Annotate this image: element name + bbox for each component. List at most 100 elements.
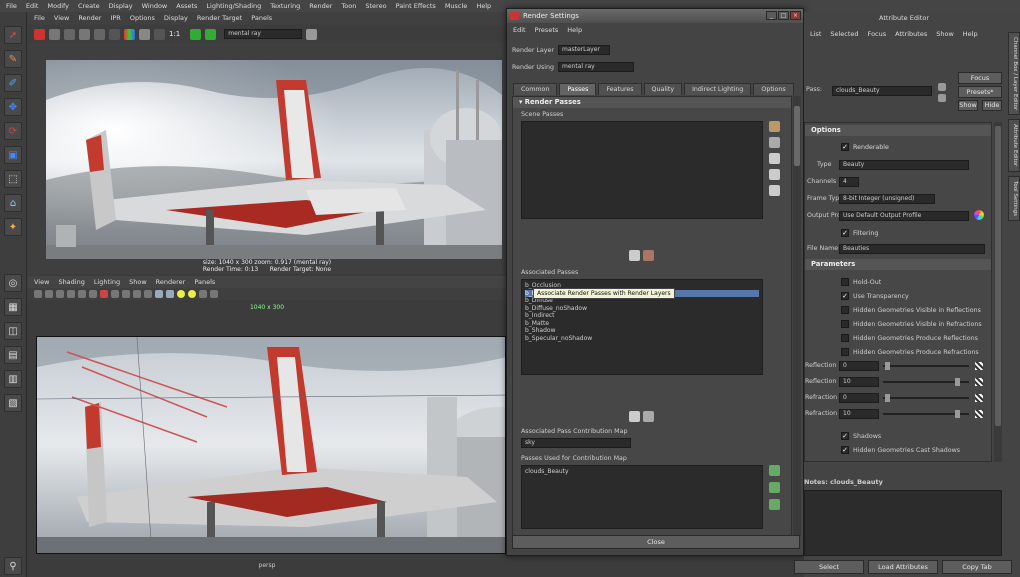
render-view-menu-display[interactable]: Display <box>164 14 188 22</box>
render-region-icon[interactable] <box>64 28 75 40</box>
attribute-scrollbar-thumb[interactable] <box>995 126 1001 426</box>
parameter-checkbox-row[interactable]: Hidden Geometries Visible in Reflections <box>841 303 982 317</box>
render-using-dropdown[interactable]: mental ray <box>558 62 635 72</box>
tab-passes[interactable]: Passes <box>559 83 597 95</box>
map-checker-icon[interactable] <box>975 394 983 402</box>
level-slider[interactable] <box>883 397 969 399</box>
alpha-channel-icon[interactable] <box>139 28 150 40</box>
menu-display[interactable]: Display <box>109 2 133 10</box>
isolate-icon[interactable] <box>210 290 218 298</box>
filtering-checkbox[interactable]: ✓ <box>841 229 849 237</box>
checkbox[interactable] <box>841 278 849 286</box>
level-slider[interactable] <box>883 365 969 367</box>
menu-lighting-shading[interactable]: Lighting/Shading <box>206 2 261 10</box>
used-pass-item[interactable]: clouds_Beauty <box>525 468 759 476</box>
ratio-label[interactable]: 1:1 <box>169 30 180 38</box>
viewport-menu-renderer[interactable]: Renderer <box>156 278 186 286</box>
render-view-menu-render[interactable]: Render <box>78 14 101 22</box>
level-field[interactable]: 0 <box>839 393 879 403</box>
renderable-row[interactable]: ✓ Renderable <box>841 143 889 151</box>
edit-pass-icon[interactable] <box>769 153 780 164</box>
rgb-channels-icon[interactable] <box>109 28 120 40</box>
associate-down-icon[interactable] <box>629 250 640 261</box>
add-used-pass-icon[interactable] <box>769 465 780 476</box>
attribute-menu-selected[interactable]: Selected <box>830 30 858 38</box>
associated-pass-item[interactable]: b_Specular_noShadow <box>525 335 759 343</box>
parameter-checkbox-row[interactable]: ✓ Hidden Geometries Cast Shadows <box>841 443 960 457</box>
scene-passes-list[interactable] <box>521 121 763 219</box>
filtering-row[interactable]: ✓ Filtering <box>841 229 878 237</box>
slider-handle-icon[interactable] <box>955 410 960 418</box>
frame-type-dropdown[interactable]: 8-bit Integer (unsigned) <box>839 194 935 204</box>
menu-modify[interactable]: Modify <box>47 2 69 10</box>
render-settings-menu-edit[interactable]: Edit <box>513 26 526 34</box>
level-field[interactable]: 10 <box>839 409 879 419</box>
render-view-menu-file[interactable]: File <box>34 14 45 22</box>
parameter-checkbox-row[interactable]: Hold-Out <box>841 275 982 289</box>
menu-edit[interactable]: Edit <box>26 2 39 10</box>
slider-handle-icon[interactable] <box>885 394 890 402</box>
grid-icon[interactable] <box>78 290 86 298</box>
close-icon[interactable]: × <box>790 11 801 20</box>
parameter-checkbox-row[interactable]: Hidden Geometries Visible in Refractions <box>841 317 982 331</box>
map-checker-icon[interactable] <box>975 378 983 386</box>
delete-pass-icon[interactable] <box>769 185 780 196</box>
tab-quality[interactable]: Quality <box>643 83 683 95</box>
viewport-menu-panels[interactable]: Panels <box>194 278 215 286</box>
render-settings-titlebar[interactable]: Render Settings _ □ × <box>507 9 803 23</box>
snapshot-icon[interactable] <box>79 28 90 40</box>
gate-mask-icon[interactable] <box>111 290 119 298</box>
single-pane-layout-icon[interactable]: ◎ <box>4 274 22 292</box>
pass-name-field[interactable]: clouds_Beauty <box>832 86 932 96</box>
tab-options[interactable]: Options <box>753 83 794 95</box>
side-by-side-layout-icon[interactable]: ◫ <box>4 322 22 340</box>
checkbox[interactable]: ✓ <box>841 446 849 454</box>
options-section-header[interactable]: Options <box>805 125 991 136</box>
render-view-menu-options[interactable]: Options <box>130 14 155 22</box>
color-channels-icon[interactable] <box>124 28 135 40</box>
four-pane-layout-icon[interactable]: ▦ <box>4 298 22 316</box>
remove-contribution-icon[interactable] <box>643 411 654 422</box>
rotate-tool-icon[interactable]: ⟳ <box>4 122 22 140</box>
notes-field[interactable] <box>804 490 1002 556</box>
parameter-checkbox-row[interactable]: ✓ Shadows <box>841 429 960 443</box>
checkbox[interactable]: ✓ <box>841 432 849 440</box>
image-plane-icon[interactable] <box>67 290 75 298</box>
parameters-section-header[interactable]: Parameters <box>805 259 991 270</box>
slider-handle-icon[interactable] <box>885 362 890 370</box>
renderer-dropdown[interactable]: mental ray <box>224 29 303 39</box>
associated-pass-item[interactable]: b_Diffuse_noShadow <box>525 305 759 313</box>
hypershade-layout-icon[interactable]: ▧ <box>4 394 22 412</box>
paint-select-icon[interactable]: ✐ <box>4 74 22 92</box>
render-settings-icon[interactable] <box>306 28 318 40</box>
checkbox[interactable] <box>841 320 849 328</box>
settings-scrollbar[interactable] <box>793 96 801 536</box>
checkbox[interactable] <box>841 348 849 356</box>
tab-indirect-lighting[interactable]: Indirect Lighting <box>684 83 752 95</box>
map-checker-icon[interactable] <box>975 410 983 418</box>
maximize-icon[interactable]: □ <box>778 11 789 20</box>
render-layer-dropdown[interactable]: masterLayer <box>557 45 610 55</box>
minimize-icon[interactable]: _ <box>766 11 777 20</box>
lasso-tool-icon[interactable]: ✎ <box>4 50 22 68</box>
viewport-menu-shading[interactable]: Shading <box>58 278 84 286</box>
attribute-menu-focus[interactable]: Focus <box>868 30 887 38</box>
perspective-viewport[interactable]: View Shading Lighting Show Renderer Panels 10… <box>28 276 506 577</box>
create-pass-icon[interactable] <box>769 121 780 132</box>
ipr-render-icon[interactable] <box>49 28 60 40</box>
file-name-field[interactable]: Beauties <box>839 244 985 254</box>
manipulator-icon[interactable]: ⬚ <box>4 170 22 188</box>
level-field[interactable]: 10 <box>839 377 879 387</box>
outliner-icon[interactable]: ⚲ <box>4 557 22 575</box>
output-profile-dropdown[interactable]: Use Default Output Profile <box>839 211 969 221</box>
render-settings-menu-help[interactable]: Help <box>567 26 582 34</box>
select-camera-icon[interactable] <box>34 290 42 298</box>
duplicate-pass-icon[interactable] <box>769 169 780 180</box>
xray-icon[interactable] <box>199 290 207 298</box>
menu-help[interactable]: Help <box>476 2 491 10</box>
render-passes-section[interactable]: ▾ Render Passes <box>513 97 791 108</box>
contribution-map-dropdown[interactable]: sky <box>521 438 631 448</box>
render-view-menu-ipr[interactable]: IPR <box>110 14 120 22</box>
refresh-icon[interactable] <box>94 28 105 40</box>
side-tab[interactable]: Attribute Editor <box>1008 119 1020 172</box>
